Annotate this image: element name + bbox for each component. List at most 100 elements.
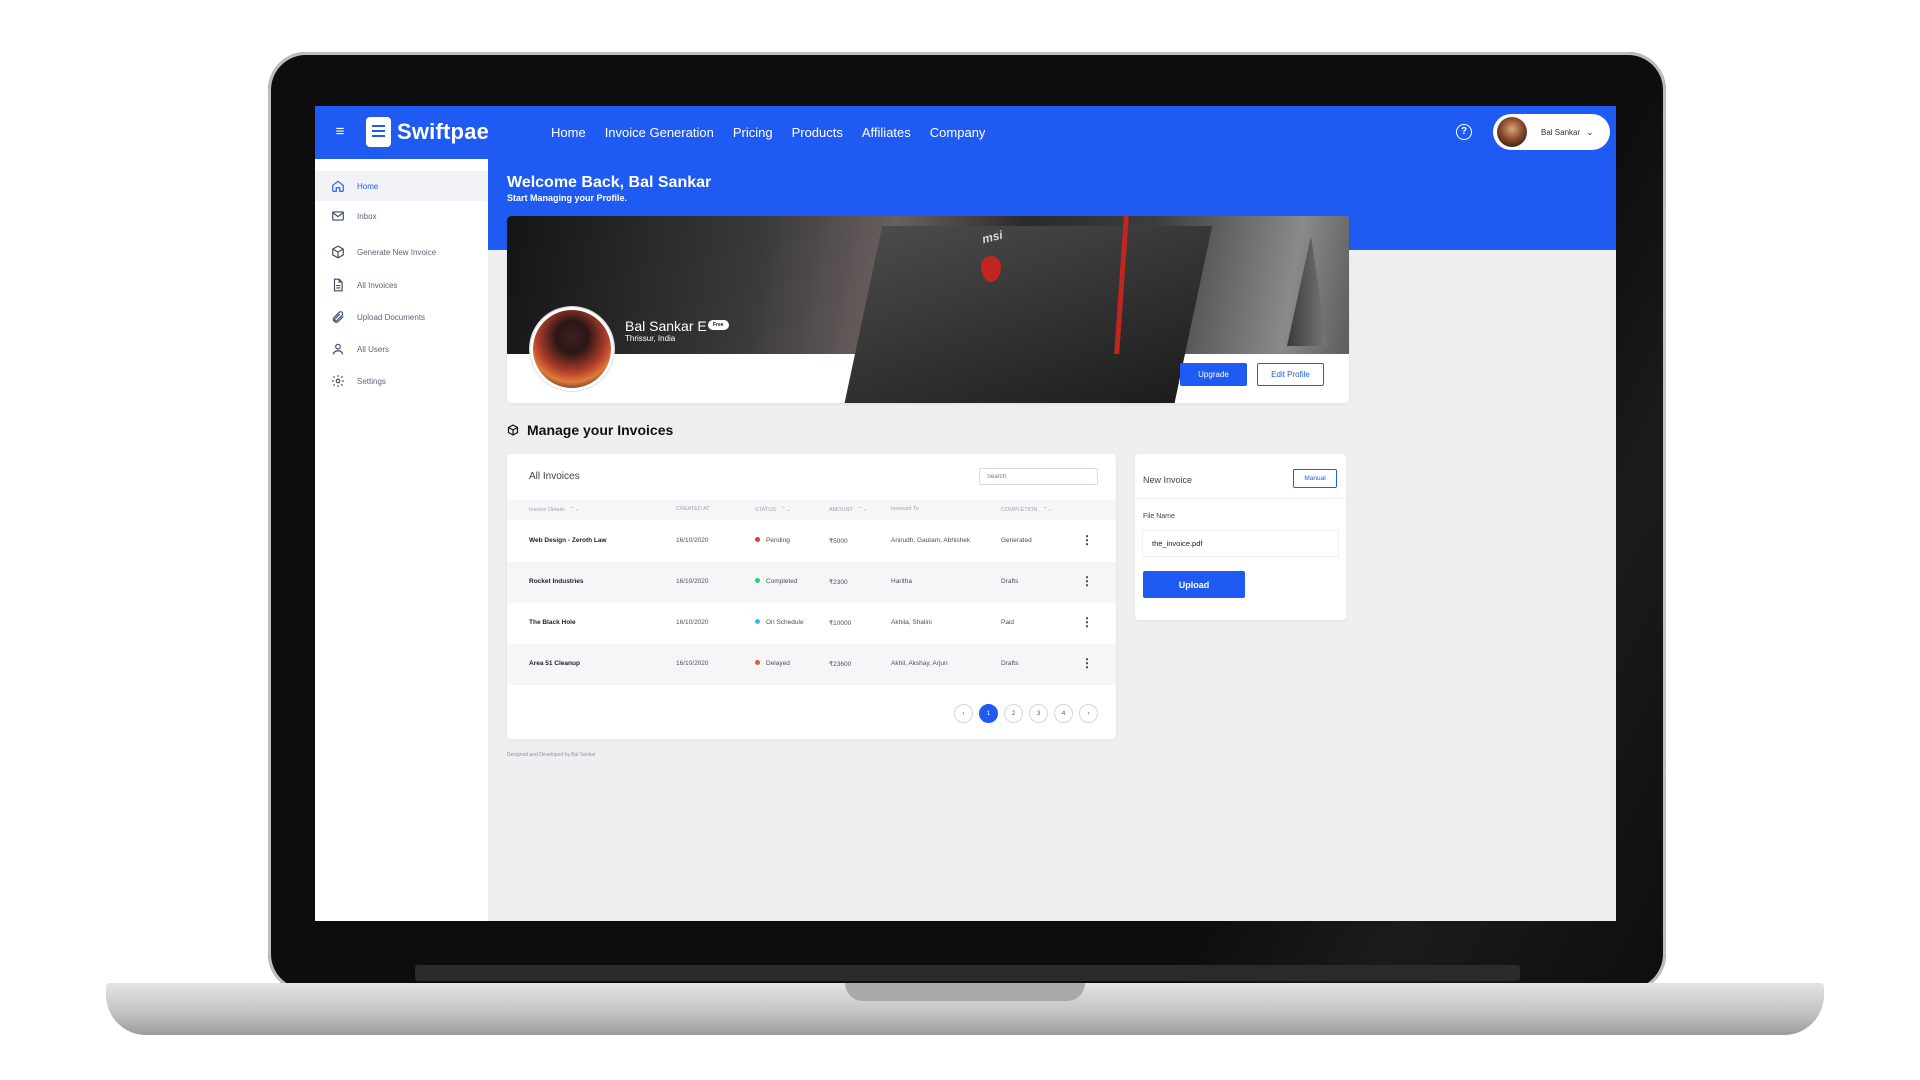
completion: Generated (1001, 537, 1032, 544)
page-subtitle: Start Managing your Profile. (507, 193, 628, 203)
table-row[interactable]: Area 51 Cleanup 16/10/2020 Delayed ₹2360… (507, 644, 1116, 685)
invoice-details: Area 51 Cleanup (529, 660, 580, 667)
help-icon[interactable]: ? (1456, 124, 1472, 140)
amount: ₹23600 (829, 661, 852, 668)
main-content: Welcome Back, Bal Sankar Start Managing … (488, 159, 1616, 921)
invoice-details: Web Design - Zeroth Law (529, 537, 607, 544)
sort-icon: ⌃⌄ (780, 507, 791, 513)
sidebar-item-label: Home (357, 181, 379, 191)
table-header: Invoice Details ⌃⌄ CREATED AT STATUS ⌃⌄ AM… (507, 500, 1116, 520)
laptop-hinge (415, 965, 1520, 981)
status-dot (755, 619, 760, 624)
amount: ₹10000 (829, 620, 852, 627)
created-at: 16/10/2020 (676, 619, 709, 626)
user-name: Bal Sankar (1541, 127, 1581, 137)
file-name-label: File Name (1143, 513, 1175, 520)
manual-button[interactable]: Manual (1293, 469, 1337, 488)
column-header: Invoiced To (891, 506, 919, 512)
file-name-field[interactable] (1143, 531, 1338, 556)
table-row[interactable]: Rocket Industries 16/10/2020 Completed ₹… (507, 562, 1116, 603)
sort-icon: ⌃⌄ (1042, 507, 1053, 513)
table-row[interactable]: The Black Hole 16/10/2020 On Schedule ₹1… (507, 603, 1116, 644)
sidebar-item-generate-new-invoice[interactable]: Generate New Invoice (315, 237, 488, 267)
sidebar-item-label: Settings (357, 376, 386, 386)
nav-home[interactable]: Home (551, 125, 586, 140)
invoiced-to: Anirudh, Gautam, Abhishek (891, 537, 971, 544)
column-header[interactable]: STATUS ⌃⌄ (755, 506, 791, 513)
prev-page-button[interactable]: ‹ (954, 704, 973, 723)
chevron-down-icon: ⌄ (1586, 126, 1594, 137)
amount: ₹5000 (829, 538, 848, 545)
avatar (1497, 117, 1527, 147)
nav-products[interactable]: Products (792, 125, 843, 140)
user-menu[interactable]: Bal Sankar ⌄ (1493, 114, 1610, 150)
nav-invoice-generation[interactable]: Invoice Generation (605, 125, 714, 140)
edit-profile-button[interactable]: Edit Profile (1257, 363, 1324, 386)
cover-laptop-shape (841, 226, 1213, 403)
search-input[interactable] (979, 468, 1098, 485)
upload-button[interactable]: Upload (1143, 571, 1245, 598)
divider (1135, 498, 1346, 499)
invoiced-to: Akhila, Shalini (891, 619, 932, 626)
created-at: 16/10/2020 (676, 660, 709, 667)
more-options-icon[interactable]: ⋮ (1081, 656, 1093, 670)
page-title: Welcome Back, Bal Sankar (507, 174, 712, 191)
next-page-button[interactable]: › (1079, 704, 1098, 723)
completion: Paid (1001, 619, 1015, 626)
page-button[interactable]: 3 (1029, 704, 1048, 723)
invoiced-to: Haritha (891, 578, 912, 585)
created-at: 16/10/2020 (676, 537, 709, 544)
created-at: 16/10/2020 (676, 578, 709, 585)
invoice-details: Rocket Industries (529, 578, 584, 585)
nav-affiliates[interactable]: Affiliates (862, 125, 911, 140)
nav-pricing[interactable]: Pricing (733, 125, 773, 140)
plan-badge: Free (708, 320, 729, 330)
status-cell: Delayed (755, 660, 790, 667)
home-icon (331, 179, 345, 193)
status-dot (755, 578, 760, 583)
sidebar-item-all-users[interactable]: All Users (315, 334, 488, 364)
laptop-notch (845, 983, 1085, 1001)
logo-icon (366, 117, 391, 147)
mail-icon (331, 209, 345, 223)
sidebar-item-upload-documents[interactable]: Upload Documents (315, 302, 488, 332)
sidebar-item-home[interactable]: Home (315, 171, 488, 201)
invoice-details: The Black Hole (529, 619, 576, 626)
page-button[interactable]: 1 (979, 704, 998, 723)
box-icon (331, 245, 345, 259)
invoiced-to: Akhil, Akshay, Arjun (891, 660, 948, 667)
page-button[interactable]: 2 (1004, 704, 1023, 723)
more-options-icon[interactable]: ⋮ (1081, 615, 1093, 629)
status-cell: On Schedule (755, 619, 804, 626)
sort-icon: ⌃⌄ (857, 507, 868, 513)
page-button[interactable]: 4 (1054, 704, 1073, 723)
sidebar-item-all-invoices[interactable]: All Invoices (315, 270, 488, 300)
sidebar-item-inbox[interactable]: Inbox (315, 201, 488, 231)
more-options-icon[interactable]: ⋮ (1081, 574, 1093, 588)
status-cell: Pending (755, 537, 790, 544)
completion: Drafts (1001, 660, 1019, 667)
sort-icon: ⌃⌄ (569, 507, 580, 513)
sidebar-item-settings[interactable]: Settings (315, 366, 488, 396)
status-dot (755, 660, 760, 665)
sidebar: Home Inbox Generate New Invoice All Invo… (315, 159, 488, 921)
column-header[interactable]: COMPLETION ⌃⌄ (1001, 506, 1052, 513)
profile-avatar[interactable] (530, 307, 614, 391)
amount: ₹2300 (829, 579, 848, 586)
card-title: New Invoice (1143, 475, 1193, 485)
invoices-card: All Invoices Invoice Details⌃⌄ CREATED A… (507, 454, 1116, 739)
brand-logo[interactable]: Swiftpae (366, 117, 489, 147)
nav-company[interactable]: Company (930, 125, 986, 140)
pagination: ‹ 1 2 3 4 › (954, 704, 1098, 723)
brand-name: Swiftpae (397, 119, 490, 144)
column-header[interactable]: Invoice Details ⌃⌄ (529, 506, 580, 513)
column-header[interactable]: AMOUNT ⌃⌄ (829, 506, 868, 513)
user-icon (331, 342, 345, 356)
more-options-icon[interactable]: ⋮ (1081, 533, 1093, 547)
table-row[interactable]: Web Design - Zeroth Law 16/10/2020 Pendi… (507, 521, 1116, 562)
paperclip-icon (331, 310, 345, 324)
menu-toggle-icon[interactable]: ≡ (331, 123, 349, 141)
card-title: All Invoices (529, 471, 580, 482)
document-icon (331, 278, 345, 292)
upgrade-button[interactable]: Upgrade (1180, 363, 1247, 386)
